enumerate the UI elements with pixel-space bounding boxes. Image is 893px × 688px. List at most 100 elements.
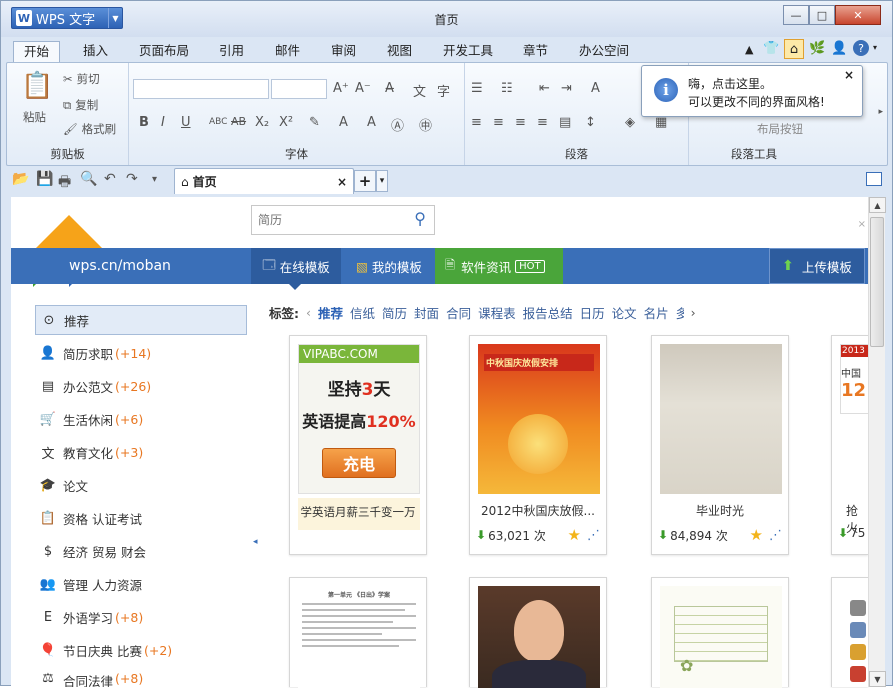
shrink-font-icon[interactable]: A⁻ xyxy=(355,81,371,96)
scroll-down-icon[interactable]: ▼ xyxy=(869,671,886,687)
tag-report[interactable]: 报告总结 xyxy=(523,303,573,322)
tab-mail[interactable]: 邮件 xyxy=(273,41,302,63)
undo-icon[interactable]: ↶ xyxy=(104,171,116,187)
home-icon[interactable]: ⌂ xyxy=(784,39,804,59)
underline-button[interactable]: U xyxy=(181,115,191,130)
phonetic-icon[interactable]: 字 xyxy=(437,81,450,100)
tag-timetable[interactable]: 课程表 xyxy=(478,303,516,322)
template-search[interactable]: ⚲ xyxy=(251,205,435,235)
favorite-star-icon[interactable]: ★ xyxy=(750,526,763,544)
tag-thesis[interactable]: 论文 xyxy=(612,303,637,322)
category-contracts[interactable]: ⚖ 合同法律 (+8) xyxy=(35,668,247,687)
tag-calendar[interactable]: 日历 xyxy=(580,303,605,322)
tag-letter-paper[interactable]: 信纸 xyxy=(350,303,375,322)
redo-icon[interactable]: ↷ xyxy=(126,171,138,187)
collapse-ribbon-icon[interactable]: ▲ xyxy=(745,43,753,56)
ribbon-scroll-right-icon[interactable]: ▸ xyxy=(878,107,883,117)
grow-font-icon[interactable]: A⁺ xyxy=(333,81,349,96)
bold-button[interactable]: B xyxy=(139,115,149,130)
close-button[interactable]: ✕ xyxy=(835,5,881,25)
print-preview-icon[interactable]: 🔍 xyxy=(80,171,97,187)
template-card[interactable] xyxy=(469,577,607,688)
category-thesis[interactable]: 🎓 论文 xyxy=(35,470,247,500)
char-border-icon[interactable]: Ⓐ xyxy=(391,115,404,134)
template-card[interactable]: 毕业时光 ⬇ 84,894 次 ★ ⋰ xyxy=(651,335,789,555)
italic-button[interactable]: I xyxy=(161,115,165,130)
doc-tab-close-icon[interactable]: × xyxy=(337,175,347,189)
align-right-icon[interactable]: ≡ xyxy=(515,115,526,130)
save-icon[interactable]: 💾 xyxy=(36,171,53,187)
increase-indent-icon[interactable]: ⇥ xyxy=(561,81,572,96)
tag-recommended[interactable]: 推荐 xyxy=(318,303,343,322)
category-certification[interactable]: 📋 资格 认证考试 xyxy=(35,503,247,533)
tab-page-layout[interactable]: 页面布局 xyxy=(137,41,191,63)
tab-chapter[interactable]: 章节 xyxy=(521,41,550,63)
borders-icon[interactable]: ▦ xyxy=(655,115,667,130)
abc-button[interactable]: ABC xyxy=(209,117,227,127)
new-tab-dropdown[interactable]: ▾ xyxy=(376,170,388,192)
char-shading-icon[interactable]: A xyxy=(367,115,376,130)
category-lifestyle[interactable]: 🛒 生活休闲 (+6) xyxy=(35,404,247,434)
tab-references[interactable]: 引用 xyxy=(217,41,246,63)
tag-more[interactable]: 多 xyxy=(676,303,684,322)
bullets-icon[interactable]: ☰ xyxy=(471,81,483,96)
help-icon[interactable]: ? xyxy=(853,40,869,56)
minimize-button[interactable]: — xyxy=(783,5,809,25)
search-icon[interactable]: ⚲ xyxy=(414,209,426,228)
scroll-up-icon[interactable]: ▲ xyxy=(869,197,886,213)
tag-contract[interactable]: 合同 xyxy=(446,303,471,322)
open-folder-icon[interactable]: 📂 xyxy=(12,171,29,187)
line-spacing-icon[interactable]: ↕ xyxy=(585,115,596,130)
tags-next-icon[interactable]: › xyxy=(691,305,696,320)
share-icon[interactable]: ⋰ xyxy=(587,528,600,543)
tab-insert[interactable]: 插入 xyxy=(81,41,110,63)
tab-office-space[interactable]: 办公空间 xyxy=(577,41,631,63)
tab-start[interactable]: 开始 xyxy=(13,41,61,63)
tab-list-icon[interactable] xyxy=(866,172,882,186)
tab-software-news[interactable]: 🗎 软件资讯 HOT xyxy=(435,248,563,284)
tag-cover[interactable]: 封面 xyxy=(414,303,439,322)
share-icon[interactable]: ⋰ xyxy=(769,528,782,543)
category-resume[interactable]: 👤 简历求职 (+14) xyxy=(35,338,247,368)
shading-icon[interactable]: ◈ xyxy=(625,115,635,130)
favorite-star-icon[interactable]: ★ xyxy=(568,526,581,544)
tab-my-templates[interactable]: ▧ 我的模板 xyxy=(345,248,433,284)
category-finance[interactable]: $ 经济 贸易 财会 xyxy=(35,536,247,566)
plant-icon[interactable]: 🌿 xyxy=(809,41,825,56)
template-card[interactable]: 第一单元 《日出》学案 xyxy=(289,577,427,688)
user-icon[interactable]: 👤 xyxy=(831,41,847,56)
tab-review[interactable]: 审阅 xyxy=(329,41,358,63)
layout-button[interactable]: 布局按钮 xyxy=(757,121,803,137)
tags-prev-icon[interactable]: ‹ xyxy=(306,305,311,320)
maximize-button[interactable]: □ xyxy=(809,5,835,25)
print-icon[interactable]: 🖶 xyxy=(58,171,71,195)
enclose-char-icon[interactable]: ㊥ xyxy=(419,115,432,134)
new-tab-button[interactable]: + xyxy=(354,170,376,192)
paste-icon[interactable]: 📋 xyxy=(21,71,53,101)
pinyin-icon[interactable]: 文 xyxy=(413,81,426,100)
tab-view[interactable]: 视图 xyxy=(385,41,414,63)
paste-button[interactable]: 粘贴 xyxy=(23,109,46,125)
font-color-icon[interactable]: A xyxy=(339,115,348,130)
template-card[interactable]: 2013 中国 12 抢火 ⬇ 75 xyxy=(831,335,868,555)
banner-close-icon[interactable]: × xyxy=(858,219,866,230)
category-festivals[interactable]: 🎈 节日庆典 比赛 (+2) xyxy=(35,635,247,665)
tag-business-card[interactable]: 名片 xyxy=(644,303,669,322)
scroll-thumb[interactable] xyxy=(870,217,884,347)
category-recommended[interactable]: ⊙ 推荐 xyxy=(35,305,247,335)
category-office-docs[interactable]: ▤ 办公范文 (+26) xyxy=(35,371,247,401)
ad-charge-button[interactable]: 充电 xyxy=(322,448,396,478)
decrease-indent-icon[interactable]: ⇤ xyxy=(539,81,550,96)
upload-template-button[interactable]: ⬆ 上传模板 xyxy=(769,248,865,284)
template-search-input[interactable] xyxy=(258,207,398,233)
clear-format-icon[interactable]: A̶ xyxy=(385,81,394,96)
category-education[interactable]: 文教育文化 (+3) xyxy=(35,437,247,467)
copy-button[interactable]: ⧉ 复制 xyxy=(63,97,98,113)
align-left-icon[interactable]: ≡ xyxy=(471,115,482,130)
font-size-combo[interactable] xyxy=(271,79,327,99)
highlight-icon[interactable]: ✎ xyxy=(309,115,320,130)
tab-developer[interactable]: 开发工具 xyxy=(441,41,495,63)
skin-icon[interactable]: 👕 xyxy=(763,41,779,56)
carousel-prev-icon[interactable]: ◂ xyxy=(253,537,258,547)
category-foreign-language[interactable]: E 外语学习 (+8) xyxy=(35,602,247,632)
